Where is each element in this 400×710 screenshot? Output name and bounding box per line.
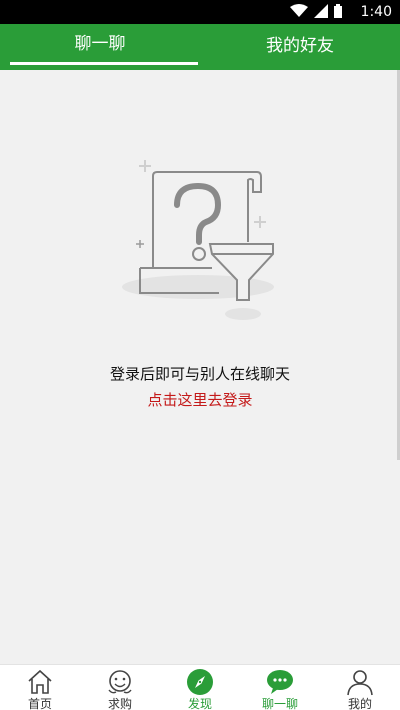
nav-item-chat[interactable]: 聊一聊 [240,665,320,710]
battery-icon [334,4,342,18]
nav-item-home[interactable]: 首页 [0,665,80,710]
face-icon [108,670,132,694]
status-time: 1:40 [360,4,392,20]
tab-my-friends[interactable]: 我的好友 [200,24,400,70]
nav-item-discover[interactable]: 发现 [160,665,240,710]
status-bar: 1:40 [0,0,400,24]
home-icon [28,669,52,694]
bottom-nav: 首页 求购 发现 聊一聊 我的 [0,664,400,710]
wifi-icon [290,4,308,17]
nav-item-mine[interactable]: 我的 [320,665,400,710]
person-icon [347,670,373,696]
status-icons [290,4,342,18]
nav-label-chat: 聊一聊 [261,697,298,710]
nav-label-mine: 我的 [347,697,372,710]
login-link[interactable]: 点击这里去登录 [0,389,400,410]
nav-label-discover: 发现 [187,697,212,710]
chat-icon [267,670,293,694]
active-tab-indicator [10,62,198,65]
nav-label-buy: 求购 [107,697,132,710]
signal-icon [314,4,328,18]
nav-item-buy[interactable]: 求购 [80,665,160,710]
compass-icon [187,669,213,695]
nav-label-home: 首页 [27,697,52,710]
question-document-funnel-icon [122,160,274,320]
empty-state-message: 登录后即可与别人在线聊天 [109,365,290,383]
